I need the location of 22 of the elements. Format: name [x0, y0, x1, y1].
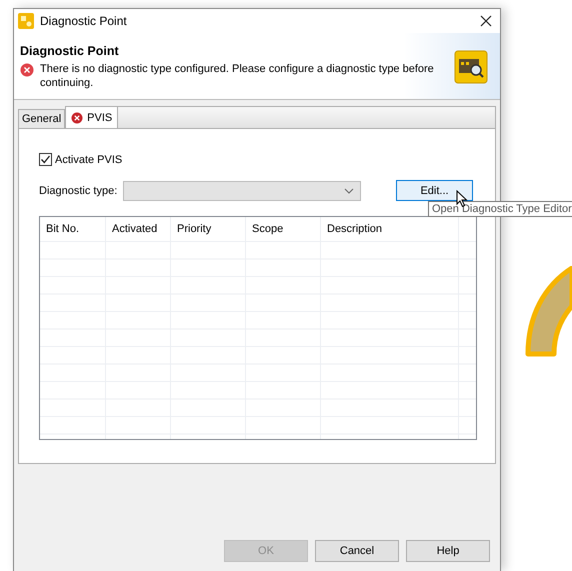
column-header[interactable]: Scope: [246, 217, 321, 241]
error-icon: [71, 112, 84, 124]
tab[interactable]: General: [18, 109, 66, 128]
error-message: There is no diagnostic type configured. Please configure a diagnostic type before continuing.: [40, 62, 435, 90]
tooltip: Open Diagnostic Type Editor: [428, 201, 572, 217]
field-label: Diagnostic type:: [39, 184, 118, 196]
column-header[interactable]: Bit No.: [40, 217, 106, 241]
activate-checkbox[interactable]: Activate PVIS: [39, 153, 475, 166]
header-title: Diagnostic Point: [20, 44, 120, 58]
device-magnifier-icon: [454, 50, 488, 84]
tab[interactable]: PVIS: [65, 106, 118, 128]
dialog-button[interactable]: Help: [406, 540, 490, 562]
close-icon[interactable]: [480, 15, 492, 27]
edit-button[interactable]: Edit...: [396, 180, 473, 201]
chevron-down-icon: [344, 188, 354, 194]
column-header[interactable]: Priority: [171, 217, 246, 241]
app-icon: [18, 13, 34, 29]
window-title: Diagnostic Point: [40, 14, 128, 28]
error-icon: [20, 63, 34, 77]
checkbox[interactable]: [39, 153, 52, 166]
dialog-button[interactable]: Cancel: [315, 540, 399, 562]
column-header[interactable]: Activated: [106, 217, 171, 241]
